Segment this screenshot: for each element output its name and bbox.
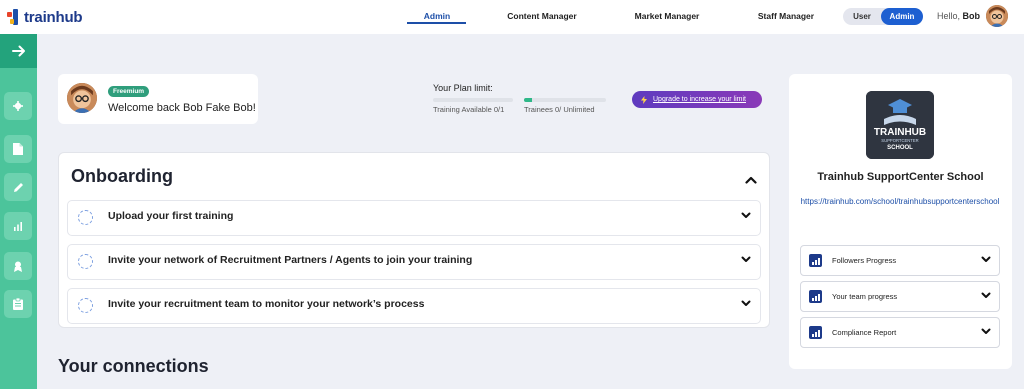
- step-status-icon: [78, 254, 93, 269]
- logo-text: trainhub: [24, 8, 83, 26]
- training-progress-bar: [433, 98, 513, 102]
- sidebar: [0, 34, 37, 389]
- onboarding-step-upload[interactable]: Upload your first training: [67, 200, 761, 236]
- plan-limit-title: Your Plan limit:: [433, 83, 493, 93]
- avatar-image: [986, 5, 1008, 27]
- clipboard-icon: [13, 298, 23, 310]
- school-logo-image: TRAINHUB SUPPORTCENTER SCHOOL: [866, 91, 934, 159]
- greeting: Hello, Bob: [937, 11, 980, 21]
- sidebar-item-users[interactable]: [4, 252, 32, 280]
- sidebar-item-settings[interactable]: [4, 92, 32, 120]
- sidebar-item-tasks[interactable]: [4, 290, 32, 318]
- svg-text:SUPPORTCENTER: SUPPORTCENTER: [881, 138, 918, 143]
- nav-content-manager[interactable]: Content Manager: [503, 11, 581, 21]
- training-available-label: Training Available 0/1: [433, 105, 505, 114]
- avatar: [67, 83, 97, 113]
- onboarding-step-label: Invite your recruitment team to monitor …: [108, 298, 425, 310]
- onboarding-step-label: Upload your first training: [108, 210, 234, 222]
- sidebar-expand-button[interactable]: [0, 34, 37, 68]
- school-logo: TRAINHUB SUPPORTCENTER SCHOOL: [866, 91, 934, 159]
- report-compliance[interactable]: Compliance Report: [800, 317, 1000, 348]
- avatar[interactable]: [986, 5, 1008, 27]
- user-badge-icon: [14, 261, 22, 272]
- report-label: Your team progress: [832, 292, 898, 301]
- greeting-text: Hello,: [937, 11, 961, 21]
- report-chart-icon: [809, 254, 822, 267]
- report-followers-progress[interactable]: Followers Progress: [800, 245, 1000, 276]
- trainees-progress-bar: [524, 98, 606, 102]
- welcome-message: Welcome back Bob Fake Bob!: [108, 102, 256, 114]
- report-label: Followers Progress: [832, 256, 897, 265]
- chevron-up-icon: [745, 176, 757, 184]
- nav-active-underline: [407, 22, 466, 24]
- report-chart-icon: [809, 326, 822, 339]
- onboarding-step-invite-team[interactable]: Invite your recruitment team to monitor …: [67, 288, 761, 324]
- chevron-down-icon[interactable]: [981, 292, 991, 299]
- school-url-link[interactable]: https://trainhub.com/school/trainhubsupp…: [800, 195, 1000, 208]
- upgrade-button-label: Upgrade to increase your limit: [653, 96, 746, 103]
- toggle-user-option[interactable]: User: [843, 8, 881, 25]
- plan-badge: Freemium: [108, 86, 150, 97]
- chevron-down-icon[interactable]: [981, 256, 991, 263]
- onboarding-step-label: Invite your network of Recruitment Partn…: [108, 254, 473, 266]
- report-team-progress[interactable]: Your team progress: [800, 281, 1000, 312]
- gear-icon: [13, 101, 23, 111]
- trainees-progress-fill: [524, 98, 533, 102]
- sidebar-item-edit[interactable]: [4, 173, 32, 201]
- connections-title: Your connections: [58, 356, 209, 376]
- chevron-down-icon[interactable]: [741, 212, 751, 219]
- chevron-down-icon[interactable]: [981, 328, 991, 335]
- role-toggle[interactable]: User Admin: [843, 8, 923, 25]
- logo[interactable]: trainhub: [7, 8, 83, 26]
- svg-text:SCHOOL: SCHOOL: [887, 145, 913, 151]
- sidebar-item-reports[interactable]: [4, 212, 32, 240]
- avatar-image: [67, 83, 97, 113]
- greeting-user-name: Bob: [962, 11, 981, 21]
- onboarding-title: Onboarding: [71, 166, 173, 186]
- chevron-down-icon[interactable]: [741, 300, 751, 307]
- step-status-icon: [78, 210, 93, 225]
- logo-mark-icon: [7, 8, 21, 26]
- report-chart-icon: [809, 290, 822, 303]
- toggle-admin-option[interactable]: Admin: [881, 8, 923, 25]
- lightning-icon: [641, 95, 647, 104]
- report-label: Compliance Report: [832, 328, 897, 337]
- upgrade-button[interactable]: Upgrade to increase your limit: [632, 91, 762, 108]
- step-status-icon: [78, 298, 93, 313]
- svg-text:TRAINHUB: TRAINHUB: [874, 127, 926, 138]
- nav-admin[interactable]: Admin: [408, 11, 466, 21]
- chevron-down-icon[interactable]: [741, 256, 751, 263]
- welcome-card: [58, 74, 258, 124]
- pencil-icon: [13, 182, 23, 192]
- sidebar-item-documents[interactable]: [4, 135, 32, 163]
- nav-market-manager[interactable]: Market Manager: [630, 11, 704, 21]
- bar-chart-icon: [14, 222, 22, 231]
- document-icon: [13, 143, 23, 155]
- arrow-right-icon: [11, 45, 25, 57]
- nav-staff-manager[interactable]: Staff Manager: [755, 11, 817, 21]
- collapse-button[interactable]: [745, 171, 757, 189]
- trainees-label: Trainees 0/ Unlimited: [524, 105, 595, 114]
- onboarding-step-invite-network[interactable]: Invite your network of Recruitment Partn…: [67, 244, 761, 280]
- school-name: Trainhub SupportCenter School: [817, 171, 984, 183]
